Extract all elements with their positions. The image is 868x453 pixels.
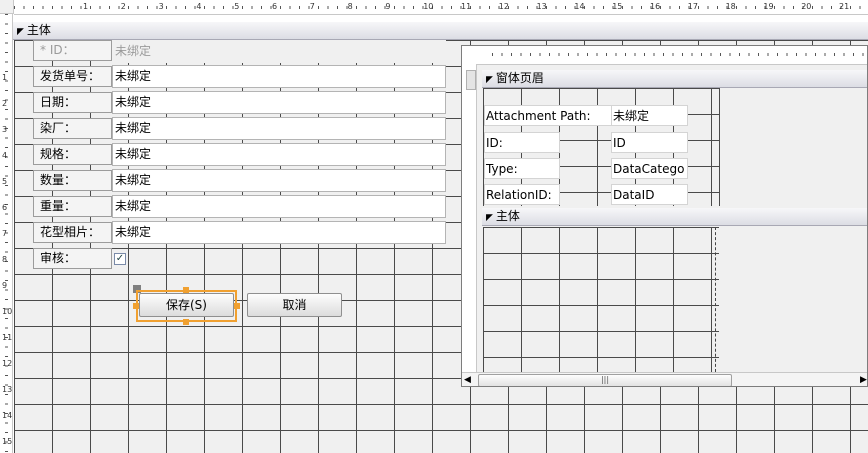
subform-body-grid[interactable] bbox=[483, 227, 719, 372]
ruler-number: 9 bbox=[2, 281, 8, 290]
label-review[interactable]: 审核： bbox=[33, 248, 112, 269]
subform-label-type[interactable]: Type: bbox=[484, 158, 560, 179]
ruler-number: 2 bbox=[2, 99, 8, 108]
ruler-number: 15 bbox=[2, 437, 13, 446]
ruler-corner bbox=[0, 0, 14, 14]
ruler-number: 10 bbox=[2, 307, 13, 316]
ruler-number: 21 bbox=[839, 2, 850, 11]
ruler-number: 14 bbox=[574, 2, 585, 11]
ruler-number: 18 bbox=[725, 2, 736, 11]
field-invoice-number[interactable]: 未绑定 bbox=[112, 65, 446, 88]
field-pattern-photo[interactable]: 未绑定 bbox=[112, 221, 446, 244]
ruler-number: 2 bbox=[120, 2, 126, 11]
ruler-number: 19 bbox=[763, 2, 774, 11]
subform-field-id[interactable]: ID bbox=[611, 132, 688, 153]
label-dye-factory[interactable]: 染厂： bbox=[33, 118, 112, 139]
subform-header-title: 窗体页眉 bbox=[495, 71, 544, 85]
section-title: 主体 bbox=[26, 23, 51, 37]
ruler-number: 13 bbox=[536, 2, 547, 11]
section-arrow-icon: ◤ bbox=[17, 27, 24, 37]
ruler-number: 7 bbox=[309, 2, 315, 11]
resize-handle-right[interactable] bbox=[234, 303, 240, 309]
ruler-number: 11 bbox=[2, 333, 13, 342]
scroll-grip-icon: ||| bbox=[600, 375, 610, 384]
ruler-number: 10 bbox=[423, 2, 434, 11]
ruler-number: 4 bbox=[196, 2, 202, 11]
field-dye-factory[interactable]: 未绑定 bbox=[112, 117, 446, 140]
ruler-number: 7 bbox=[2, 229, 8, 238]
subform-field-attachment-path[interactable]: 未绑定 bbox=[611, 105, 688, 126]
ruler-number: 8 bbox=[2, 255, 8, 264]
label-quantity[interactable]: 数量： bbox=[33, 170, 112, 191]
scroll-right-icon[interactable]: ▶ bbox=[860, 375, 867, 385]
subform-body-empty bbox=[719, 227, 867, 372]
scroll-thumb[interactable]: ||| bbox=[478, 374, 732, 386]
ruler-number: 3 bbox=[158, 2, 164, 11]
section-bar-detail[interactable]: ◤ 主体 bbox=[13, 22, 868, 40]
review-checkbox[interactable]: ✓ bbox=[114, 253, 126, 265]
label-id[interactable]: * ID： bbox=[33, 40, 112, 61]
subform-horizontal-scrollbar[interactable]: ◀ ||| ▶ bbox=[462, 372, 867, 386]
label-pattern-photo[interactable]: 花型相片： bbox=[33, 222, 112, 243]
horizontal-ruler[interactable]: 12345678910111213141516171819202122 bbox=[14, 0, 868, 15]
field-id[interactable]: 未绑定 bbox=[112, 40, 446, 63]
section-arrow-icon: ◤ bbox=[486, 213, 493, 223]
subform-vertical-ruler[interactable] bbox=[462, 64, 477, 376]
ruler-number: 9 bbox=[385, 2, 391, 11]
subform-horizontal-ruler[interactable] bbox=[462, 46, 867, 65]
save-button[interactable]: 保存(S) bbox=[139, 293, 234, 317]
label-weight[interactable]: 重量： bbox=[33, 196, 112, 217]
scroll-left-icon[interactable]: ◀ bbox=[464, 375, 471, 385]
cancel-button-label: 取消 bbox=[282, 298, 307, 312]
ruler-number: 13 bbox=[2, 385, 13, 394]
ruler-number: 5 bbox=[234, 2, 240, 11]
ruler-number: 20 bbox=[801, 2, 812, 11]
ruler-number: 16 bbox=[650, 2, 661, 11]
ruler-number: 8 bbox=[347, 2, 353, 11]
ruler-number: 1 bbox=[83, 2, 89, 11]
subform-body-title: 主体 bbox=[495, 209, 520, 223]
ruler-number: 17 bbox=[687, 2, 698, 11]
label-invoice-number[interactable]: 发货单号： bbox=[33, 66, 112, 87]
field-weight[interactable]: 未绑定 bbox=[112, 195, 446, 218]
ruler-number: 1 bbox=[2, 73, 8, 82]
subform-label-relation-id[interactable]: RelationID: bbox=[484, 184, 560, 205]
ruler-number: 12 bbox=[2, 359, 13, 368]
section-arrow-icon: ◤ bbox=[486, 75, 493, 85]
vertical-ruler[interactable]: 1 2 3 4 5 6 7 8 9 10 11 12 13 14 15 bbox=[0, 14, 13, 453]
subform-header-empty bbox=[719, 88, 867, 206]
subform-header-selector[interactable] bbox=[466, 70, 476, 90]
ruler-number: 11 bbox=[461, 2, 472, 11]
field-spec[interactable]: 未绑定 bbox=[112, 143, 446, 166]
resize-handle-bottom[interactable] bbox=[183, 319, 189, 325]
subform-label-attachment-path[interactable]: Attachment Path: bbox=[484, 105, 612, 126]
subform-field-type[interactable]: DataCatego bbox=[611, 158, 688, 179]
label-date[interactable]: 日期： bbox=[33, 92, 112, 113]
label-spec[interactable]: 规格： bbox=[33, 144, 112, 165]
subform-body-bar[interactable]: ◤ 主体 bbox=[482, 208, 867, 226]
ruler-number: 5 bbox=[2, 177, 8, 186]
field-date[interactable]: 未绑定 bbox=[112, 91, 446, 114]
checkmark-icon: ✓ bbox=[115, 253, 125, 264]
ruler-number: 6 bbox=[272, 2, 278, 11]
ruler-number: 15 bbox=[612, 2, 623, 11]
ruler-number: 4 bbox=[2, 151, 8, 160]
save-button-label: 保存(S) bbox=[166, 298, 207, 312]
ruler-number: 6 bbox=[2, 203, 8, 212]
cancel-button[interactable]: 取消 bbox=[247, 293, 342, 317]
subform-field-relation-id[interactable]: DataID bbox=[611, 184, 688, 205]
subform-header-bar[interactable]: ◤ 窗体页眉 bbox=[482, 70, 867, 88]
field-quantity[interactable]: 未绑定 bbox=[112, 169, 446, 192]
subform-control[interactable]: ◤ 窗体页眉 Attachment Path: 未绑定 ID: ID Type: … bbox=[461, 45, 868, 387]
ruler-number: 12 bbox=[498, 2, 509, 11]
subform-label-id[interactable]: ID: bbox=[484, 132, 560, 153]
ruler-number: 14 bbox=[2, 411, 13, 420]
ruler-number: 3 bbox=[2, 125, 8, 134]
